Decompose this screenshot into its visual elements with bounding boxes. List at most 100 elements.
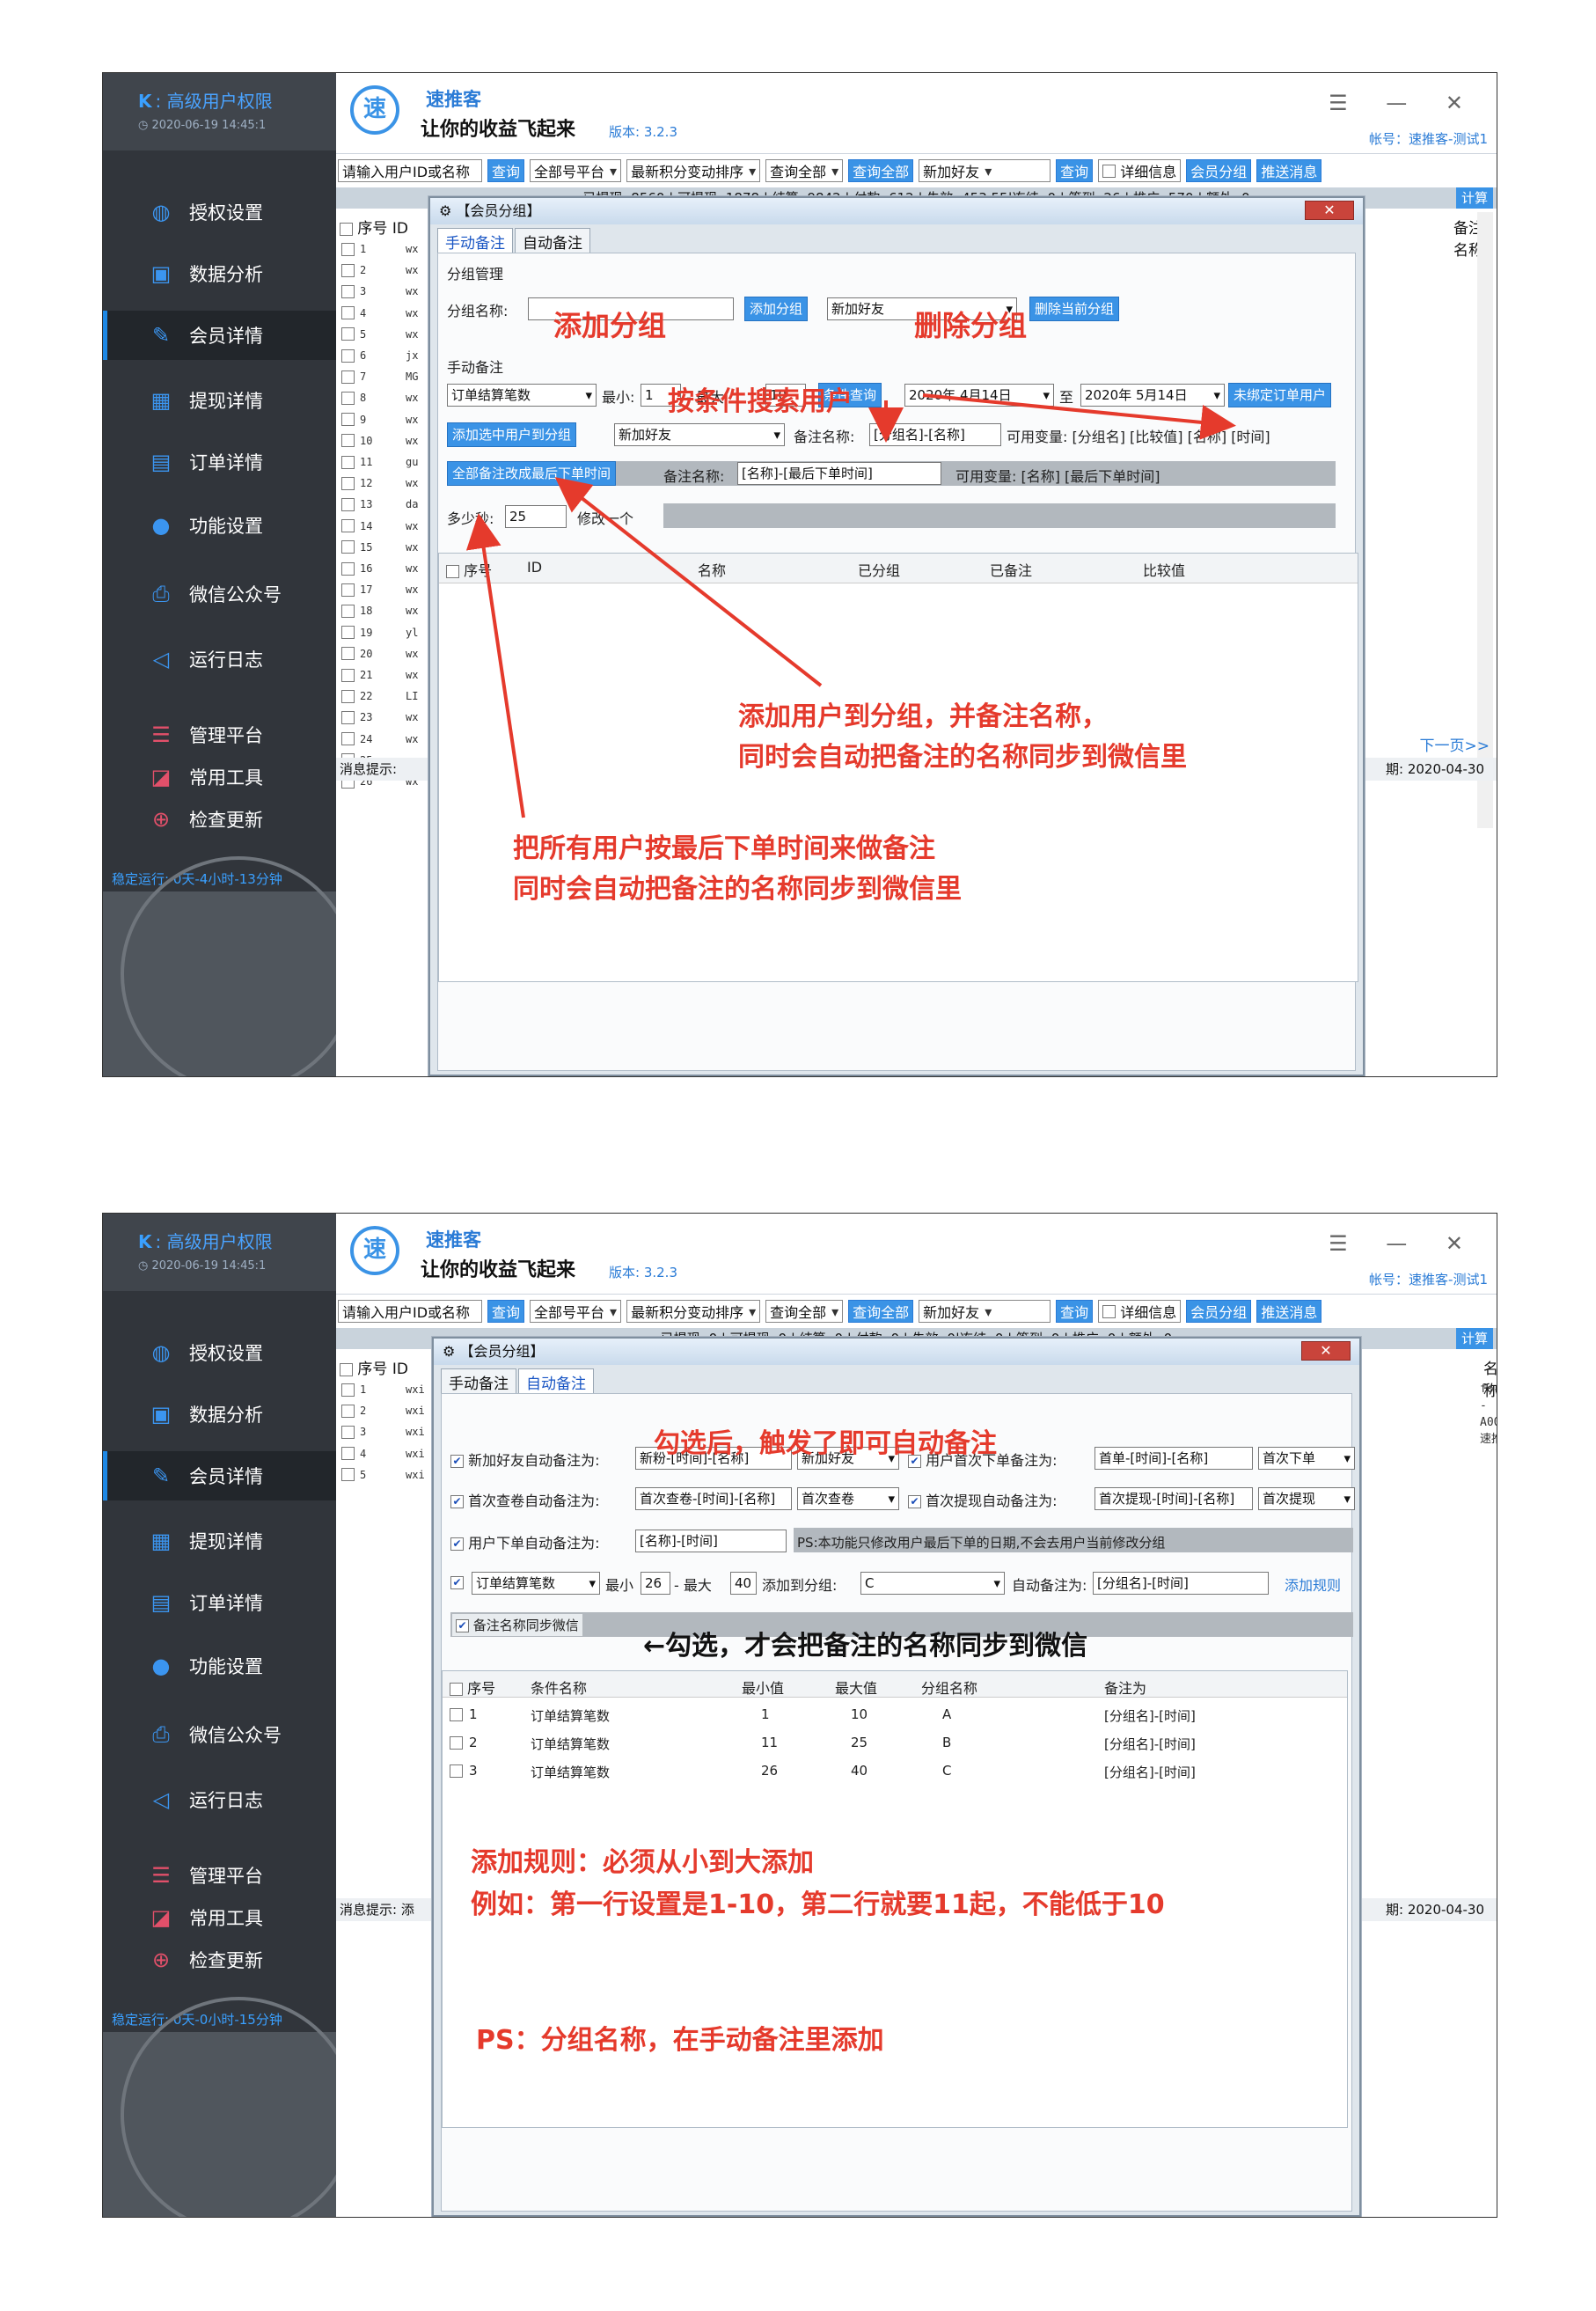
rule-cell-group: B [942, 1735, 952, 1750]
row-id: wxi [406, 1405, 425, 1418]
first-coupon-rule[interactable]: ✔ 首次查卷自动备注为: [450, 1489, 600, 1510]
row-checkbox[interactable] [341, 1425, 355, 1439]
window-controls[interactable]: ☰ — ✕ [1329, 1231, 1479, 1256]
auto-note-label: 自动备注为: [1012, 1577, 1087, 1594]
dialog-title-bar: ⚙ 【会员分组】 ✕ [434, 1339, 1359, 1365]
table-row[interactable]: 5 wxi [341, 1464, 425, 1486]
rule-cell-note: [分组名]-[时间] [1104, 1708, 1196, 1724]
row-id: wxi [406, 1426, 425, 1439]
speaker-icon: ◁ [152, 1787, 170, 1812]
permission-label: 高级用户权限 [166, 1231, 273, 1252]
query-all-select[interactable]: 查询全部 [765, 1300, 844, 1323]
col-group: 分组名称 [921, 1680, 978, 1697]
max-input[interactable]: 40 [730, 1572, 757, 1595]
sidebar-item-members[interactable]: ✎ 会员详情 [103, 1451, 336, 1500]
push-message-button[interactable]: 推送消息 [1256, 1300, 1322, 1323]
rule-condition-select[interactable]: 订单结算笔数 [472, 1572, 600, 1595]
select-all-checkbox[interactable] [340, 1362, 353, 1376]
sidebar-item-wechat[interactable]: ⎙ 微信公众号 [103, 1710, 336, 1759]
add-to-group-label: 添加到分组: [762, 1577, 838, 1594]
first-withdraw-note-input[interactable]: 首次提现-[时间]-[名称] [1095, 1487, 1253, 1510]
query-all-button[interactable]: 查询全部 [848, 1300, 914, 1323]
new-friend-rule[interactable]: ✔ 新加好友自动备注为: [450, 1449, 600, 1470]
table-row[interactable]: 4 wxi [341, 1443, 425, 1464]
sidebar-item-analysis[interactable]: ▣ 数据分析 [103, 1390, 336, 1439]
rule-cell-cond: 订单结算笔数 [531, 1764, 611, 1780]
first-coupon-note-input[interactable]: 首次查卷-[时间]-[名称] [635, 1487, 792, 1510]
rule-cell-min: 26 [761, 1763, 779, 1779]
rule-cell-max: 40 [851, 1763, 868, 1779]
col-note: 备注为 [1104, 1680, 1147, 1697]
row-checkbox[interactable] [450, 1708, 463, 1721]
grid-icon: ▦ [150, 1529, 172, 1553]
member-group-button[interactable]: 会员分组 [1186, 1300, 1252, 1323]
sidebar-item-functions[interactable]: ● 功能设置 [103, 1641, 336, 1691]
server-icon: ☰ [151, 1863, 171, 1888]
sidebar-item-update[interactable]: ⊕ 检查更新 [103, 1935, 336, 1985]
auto-note-input[interactable]: [分组名]-[时间] [1093, 1572, 1269, 1595]
calc-button[interactable]: 计算 [1455, 1328, 1493, 1349]
sidebar-item-orders[interactable]: ▤ 订单详情 [103, 1578, 336, 1627]
table-row[interactable]: 3 wxi [341, 1421, 425, 1442]
message-label: 消息提示: 添 [340, 1902, 414, 1918]
arrow-to-all-note [465, 513, 525, 818]
row-checkbox[interactable] [341, 1468, 355, 1482]
clock-icon: ◷ [138, 1259, 152, 1273]
first-order-note-input[interactable]: 首单-[时间]-[名称] [1095, 1447, 1253, 1470]
close-button[interactable]: ✕ [1301, 1341, 1351, 1361]
table-row[interactable]: 1 wxi [341, 1379, 425, 1400]
annotation-ps: PS：分组名称，在手动备注里添加 [476, 2025, 884, 2056]
arrow-to-unbound [922, 393, 1236, 440]
app-version: 版本: 3.2.3 [609, 1265, 677, 1280]
sort-select[interactable]: 最新积分变动排序 [626, 1300, 761, 1323]
right-column-values: for_hei -A0003... 速推客... [1480, 1383, 1497, 1446]
app-slogan: 让你的收益飞起来 [421, 1259, 576, 1281]
annotation-sync-hint: ←勾选，才会把备注的名称同步到微信 [643, 1631, 1088, 1662]
dialog-title: 【会员分组】 [459, 1343, 545, 1360]
printer-icon: ⎙ [152, 1722, 170, 1747]
friend-select[interactable]: 新加好友 [919, 1300, 1051, 1323]
sidebar-item-withdraw[interactable]: ▦ 提现详情 [103, 1516, 336, 1566]
chart-icon: ◪ [150, 1905, 172, 1930]
tab-manual-note[interactable]: 手动备注 [441, 1368, 516, 1393]
annotation-rule-line1: 添加规则：必须从小到大添加 [471, 1847, 814, 1878]
rule-enabled-checkbox[interactable]: ✔ [450, 1574, 464, 1590]
app-name: 速推客 [426, 1229, 481, 1251]
row-checkbox[interactable] [341, 1383, 355, 1397]
tab-auto-note[interactable]: 自动备注 [518, 1368, 594, 1393]
rule-group-select[interactable]: C [860, 1572, 1005, 1595]
order-rule[interactable]: ✔ 用户下单自动备注为: [450, 1531, 600, 1552]
sidebar-item-auth[interactable]: ◍ 授权设置 [103, 1328, 336, 1377]
row-no: 5 [360, 1468, 367, 1481]
dialog-tabs: 手动备注 自动备注 [441, 1368, 596, 1393]
rule-cell-no: 1 [469, 1706, 478, 1722]
first-coupon-group-select[interactable]: 首次查卷 [797, 1487, 899, 1510]
rule-cell-min: 1 [761, 1706, 770, 1722]
table-row[interactable]: 2 wxi [341, 1400, 425, 1421]
row-checkbox[interactable] [341, 1404, 355, 1418]
row-no: 1 [360, 1383, 367, 1396]
detail-info-checkbox[interactable]: 详细信息 [1098, 1300, 1182, 1323]
sidebar-item-logs[interactable]: ◁ 运行日志 [103, 1775, 336, 1824]
first-withdraw-rule[interactable]: ✔ 首次提现自动备注为: [908, 1489, 1058, 1510]
select-all-checkbox[interactable] [450, 1683, 463, 1696]
rule-cell-group: C [942, 1763, 952, 1779]
checkbox-icon: ✔ [450, 1576, 464, 1589]
search-input[interactable]: 请输入用户ID或名称 [338, 1300, 482, 1323]
sync-wechat-checkbox[interactable]: ✔ 备注名称同步微信 [452, 1614, 582, 1636]
order-note-input[interactable]: [名称]-[时间] [635, 1530, 787, 1552]
row-no: 2 [360, 1405, 367, 1418]
row-checkbox[interactable] [450, 1764, 463, 1778]
rule-cell-note: [分组名]-[时间] [1104, 1736, 1196, 1752]
row-checkbox[interactable] [341, 1447, 355, 1461]
add-rule-button[interactable]: 添加规则 [1285, 1574, 1341, 1595]
rule-cell-group: A [942, 1706, 952, 1722]
query-button-2[interactable]: 查询 [1056, 1300, 1094, 1323]
row-checkbox[interactable] [450, 1736, 463, 1750]
min-input[interactable]: 26 [641, 1572, 670, 1595]
rule-cell-note: [分组名]-[时间] [1104, 1764, 1196, 1780]
query-button[interactable]: 查询 [487, 1300, 525, 1323]
platform-select[interactable]: 全部号平台 [530, 1300, 622, 1323]
first-order-group-select[interactable]: 首次下单 [1258, 1447, 1355, 1470]
first-withdraw-group-select[interactable]: 首次提现 [1258, 1487, 1355, 1510]
